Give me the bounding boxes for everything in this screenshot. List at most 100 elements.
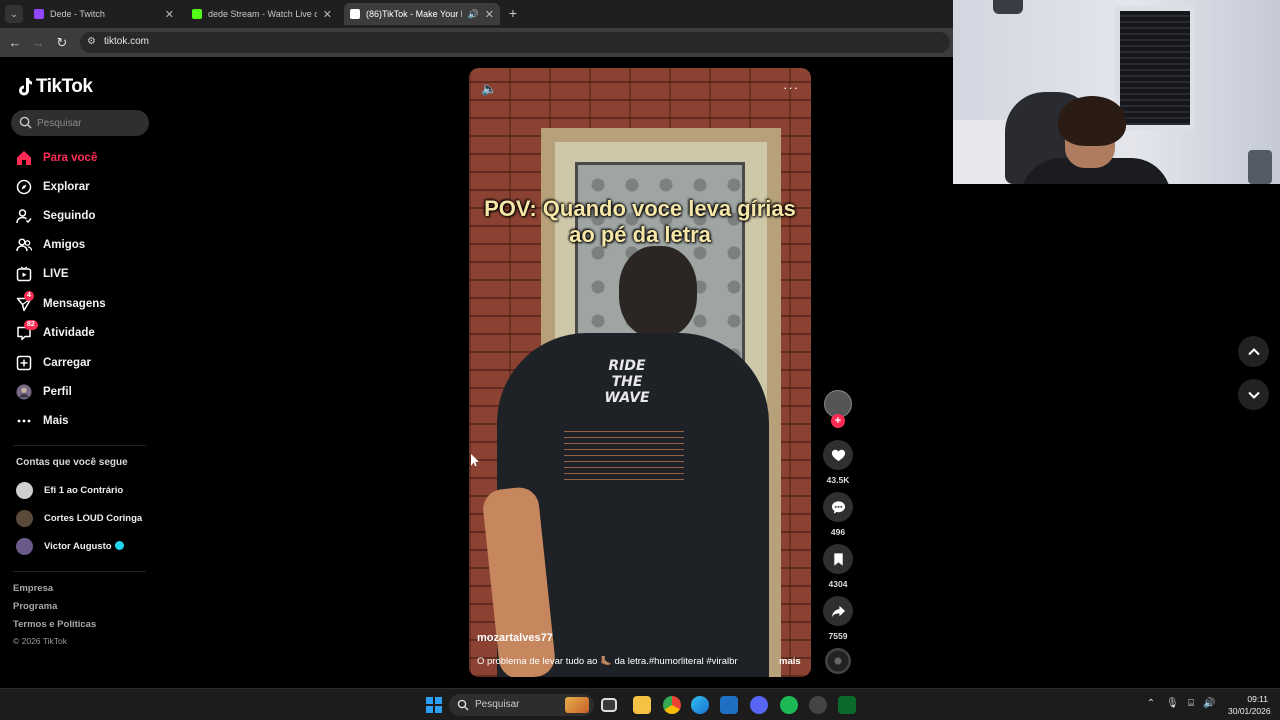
forward-icon[interactable]: → (29, 34, 47, 52)
footer-link-termos[interactable]: Termos e Políticas (13, 619, 96, 630)
nav-label: Explorar (43, 181, 90, 193)
nav-label: Amigos (43, 239, 86, 251)
footer-link-programa[interactable]: Programa (13, 601, 57, 612)
following-icon (16, 208, 32, 224)
shirt-text: RIDE THE WAVE (604, 358, 650, 406)
logo-text: TikTok (36, 76, 93, 97)
nav-label: Seguindo (43, 210, 96, 222)
nav-carregar[interactable]: Carregar (16, 353, 156, 373)
divider (13, 445, 146, 446)
activity-icon: 82 (16, 320, 38, 341)
following-section-title: Contas que você segue (16, 457, 128, 468)
twitch-icon (34, 9, 44, 19)
messages-icon: 4 (16, 291, 34, 312)
verified-icon (114, 541, 124, 551)
close-icon[interactable]: ✕ (323, 8, 332, 21)
taskbar-search[interactable]: Pesquisar (449, 694, 594, 716)
tab-kick[interactable]: dede Stream - Watch Live on Kick ✕ (186, 3, 338, 25)
volume-icon[interactable]: 🔊 (1203, 698, 1215, 710)
tab-search-icon[interactable]: ⌄ (5, 5, 23, 23)
tiktok-logo[interactable]: TikTok (16, 76, 93, 98)
next-video-button[interactable] (1238, 379, 1269, 410)
following-account[interactable]: Cortes LOUD Coringa (16, 509, 142, 527)
share-button[interactable]: 7559 (822, 596, 854, 641)
taskbar-search-label: Pesquisar (475, 699, 520, 710)
new-tab-icon[interactable]: + (506, 5, 520, 21)
nav-amigos[interactable]: Amigos (16, 235, 156, 255)
chevron-up-icon (1247, 347, 1260, 355)
follow-plus-icon[interactable]: + (831, 414, 845, 428)
description-more-button[interactable]: mais (779, 656, 801, 667)
close-icon[interactable]: ✕ (165, 8, 174, 21)
video-author[interactable]: mozartalves77 (477, 632, 553, 644)
clock-date: 30/01/2026 (1228, 706, 1271, 716)
clock-time: 09:11 (1247, 694, 1268, 704)
tab-tiktok[interactable]: (86)TikTok - Make Your Day 🔊 ✕ (344, 3, 500, 25)
comment-button[interactable]: 496 (822, 492, 854, 537)
profile-icon (16, 384, 32, 400)
nav-label: LIVE (43, 268, 69, 280)
search-box[interactable] (11, 110, 149, 136)
nav-seguindo[interactable]: Seguindo (16, 206, 156, 226)
file-explorer-icon[interactable] (633, 696, 651, 714)
like-count: 43.5K (826, 475, 850, 485)
share-count: 7559 (828, 631, 848, 641)
nav-live[interactable]: LIVE (16, 264, 156, 284)
url-bar[interactable]: ⚙ tiktok.com (80, 32, 950, 53)
windows-start-icon[interactable] (426, 697, 442, 713)
discord-icon[interactable] (750, 696, 768, 714)
back-icon[interactable]: ← (6, 34, 24, 52)
microphone-icon[interactable]: 🎙 (1166, 698, 1179, 710)
more-icon (16, 413, 32, 429)
heart-icon (823, 440, 853, 470)
account-name: Efi 1 ao Contrário (44, 484, 124, 496)
tab-twitch[interactable]: Dede - Twitch ✕ (28, 3, 180, 25)
bookmark-icon (823, 544, 853, 574)
footer-link-empresa[interactable]: Empresa (13, 583, 53, 594)
tab-label: dede Stream - Watch Live on Kick (208, 9, 317, 19)
spotify-icon[interactable] (780, 696, 798, 714)
close-icon[interactable]: ✕ (485, 8, 494, 21)
nav-perfil[interactable]: Perfil (16, 382, 156, 402)
nav-explorar[interactable]: Explorar (16, 177, 156, 197)
outlook-icon[interactable] (720, 696, 738, 714)
obs-icon[interactable] (809, 696, 827, 714)
video-description: O problema de levar tudo ao 🦶🏽 da letra.… (477, 656, 738, 667)
network-icon[interactable]: ⌸ (1185, 698, 1197, 710)
site-settings-icon[interactable]: ⚙ (87, 36, 99, 48)
volume-icon[interactable]: 🔈 (481, 81, 497, 97)
video-overlay-text: POV: Quando voce leva gírias ao pé da le… (484, 196, 796, 247)
chrome-icon[interactable] (663, 696, 681, 714)
previous-video-button[interactable] (1238, 336, 1269, 367)
edge-icon[interactable] (691, 696, 709, 714)
following-account[interactable]: Efi 1 ao Contrário (16, 481, 123, 499)
nav-label: Atividade (43, 327, 95, 339)
like-button[interactable]: 43.5K (822, 440, 854, 485)
nav-mensagens[interactable]: 4 Mensagens (16, 291, 156, 314)
chevron-up-icon[interactable]: ⌃ (1145, 698, 1157, 710)
nav-mais[interactable]: Mais (16, 411, 156, 431)
video-player[interactable]: RIDE THE WAVE POV: Quando voce leva gíri… (469, 68, 811, 677)
nav-label: Carregar (43, 357, 91, 369)
nav-para-voce[interactable]: Para você (16, 148, 156, 168)
nav-atividade[interactable]: 82 Atividade (16, 320, 156, 343)
share-icon (823, 596, 853, 626)
nav-label: Perfil (43, 386, 72, 398)
app-icon[interactable] (838, 696, 856, 714)
speaker-icon[interactable]: 🔊 (468, 9, 479, 20)
comment-count: 496 (830, 527, 846, 537)
tab-label: (86)TikTok - Make Your Day (366, 9, 462, 19)
account-name: Cortes LOUD Coringa (44, 512, 143, 524)
reload-icon[interactable]: ↻ (53, 34, 71, 52)
copyright: © 2026 TikTok (13, 636, 67, 646)
task-view-icon[interactable] (601, 698, 617, 712)
following-account[interactable]: Victor Augusto (16, 537, 124, 555)
clock[interactable]: 09:11 30/01/2026 (1228, 693, 1271, 717)
tiktok-sidebar: TikTok Para você Explorar Seguindo Amigo… (0, 58, 165, 688)
nav-label: Mais (43, 415, 69, 427)
save-button[interactable]: 4304 (822, 544, 854, 589)
screen: ⌄ Dede - Twitch ✕ dede Stream - Watch Li… (0, 0, 1280, 720)
music-disc-icon[interactable] (825, 648, 851, 674)
more-options-icon[interactable]: ··· (783, 80, 799, 95)
search-input[interactable] (37, 115, 142, 131)
